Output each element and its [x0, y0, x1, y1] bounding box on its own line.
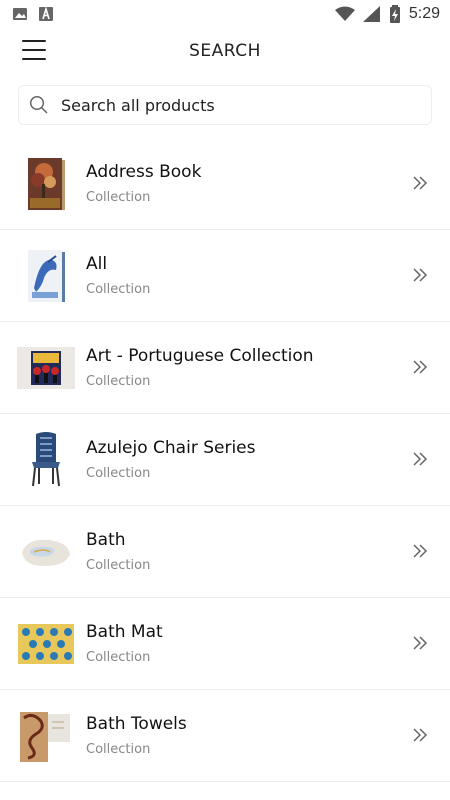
item-title: Bath	[86, 530, 126, 550]
list-item-all[interactable]: All Collection	[0, 230, 450, 322]
status-left-icons	[12, 6, 54, 22]
item-subtitle: Collection	[86, 374, 151, 389]
signal-icon	[362, 6, 380, 22]
towel-thumb	[17, 523, 75, 581]
chevron-double-right-icon	[413, 268, 428, 282]
search-input[interactable]	[59, 94, 431, 116]
item-subtitle: Collection	[86, 650, 151, 665]
item-title: All	[86, 254, 108, 274]
item-title: Bath Mat	[86, 622, 163, 642]
list-item-bath-towels[interactable]: Bath Towels Collection	[0, 690, 450, 782]
chevron-double-right-icon	[413, 636, 428, 650]
book-thumb-blue	[17, 247, 75, 305]
item-subtitle: Collection	[86, 558, 151, 573]
item-title: Bath Towels	[86, 714, 187, 734]
chair-thumb	[17, 431, 75, 489]
chevron-double-right-icon	[413, 452, 428, 466]
chevron-double-right-icon	[413, 360, 428, 374]
book-thumb	[17, 155, 75, 213]
hamburger-icon[interactable]	[22, 40, 46, 60]
towels-thumb	[17, 707, 75, 765]
list-item-azulejo-chair[interactable]: Azulejo Chair Series Collection	[0, 414, 450, 506]
status-time: 5:29	[408, 5, 440, 22]
search-bar[interactable]	[18, 85, 432, 125]
list-item-address-book[interactable]: Address Book Collection	[0, 138, 450, 230]
status-bar: 5:29	[0, 0, 450, 28]
chevron-double-right-icon	[413, 176, 428, 190]
list-item-bath[interactable]: Bath Collection	[0, 506, 450, 598]
font-icon	[39, 6, 53, 21]
wifi-icon	[334, 6, 355, 21]
chevron-double-right-icon	[413, 728, 428, 742]
search-icon	[29, 95, 48, 114]
item-title: Azulejo Chair Series	[86, 438, 256, 458]
art-thumb	[17, 339, 75, 397]
item-subtitle: Collection	[86, 282, 151, 297]
chevron-double-right-icon	[413, 544, 428, 558]
collection-list: Address Book Collection All Collection A…	[0, 138, 450, 782]
battery-icon	[389, 5, 400, 23]
list-item-bath-mat[interactable]: Bath Mat Collection	[0, 598, 450, 690]
page-title: SEARCH	[189, 41, 261, 61]
item-subtitle: Collection	[86, 466, 151, 481]
item-subtitle: Collection	[86, 190, 151, 205]
item-subtitle: Collection	[86, 742, 151, 757]
app-header: SEARCH	[0, 28, 450, 74]
mat-thumb	[17, 615, 75, 673]
item-title: Art - Portuguese Collection	[86, 346, 314, 366]
item-title: Address Book	[86, 162, 202, 182]
image-icon	[13, 8, 27, 20]
list-item-art-portuguese[interactable]: Art - Portuguese Collection Collection	[0, 322, 450, 414]
status-right-icons: 5:29	[334, 5, 440, 23]
